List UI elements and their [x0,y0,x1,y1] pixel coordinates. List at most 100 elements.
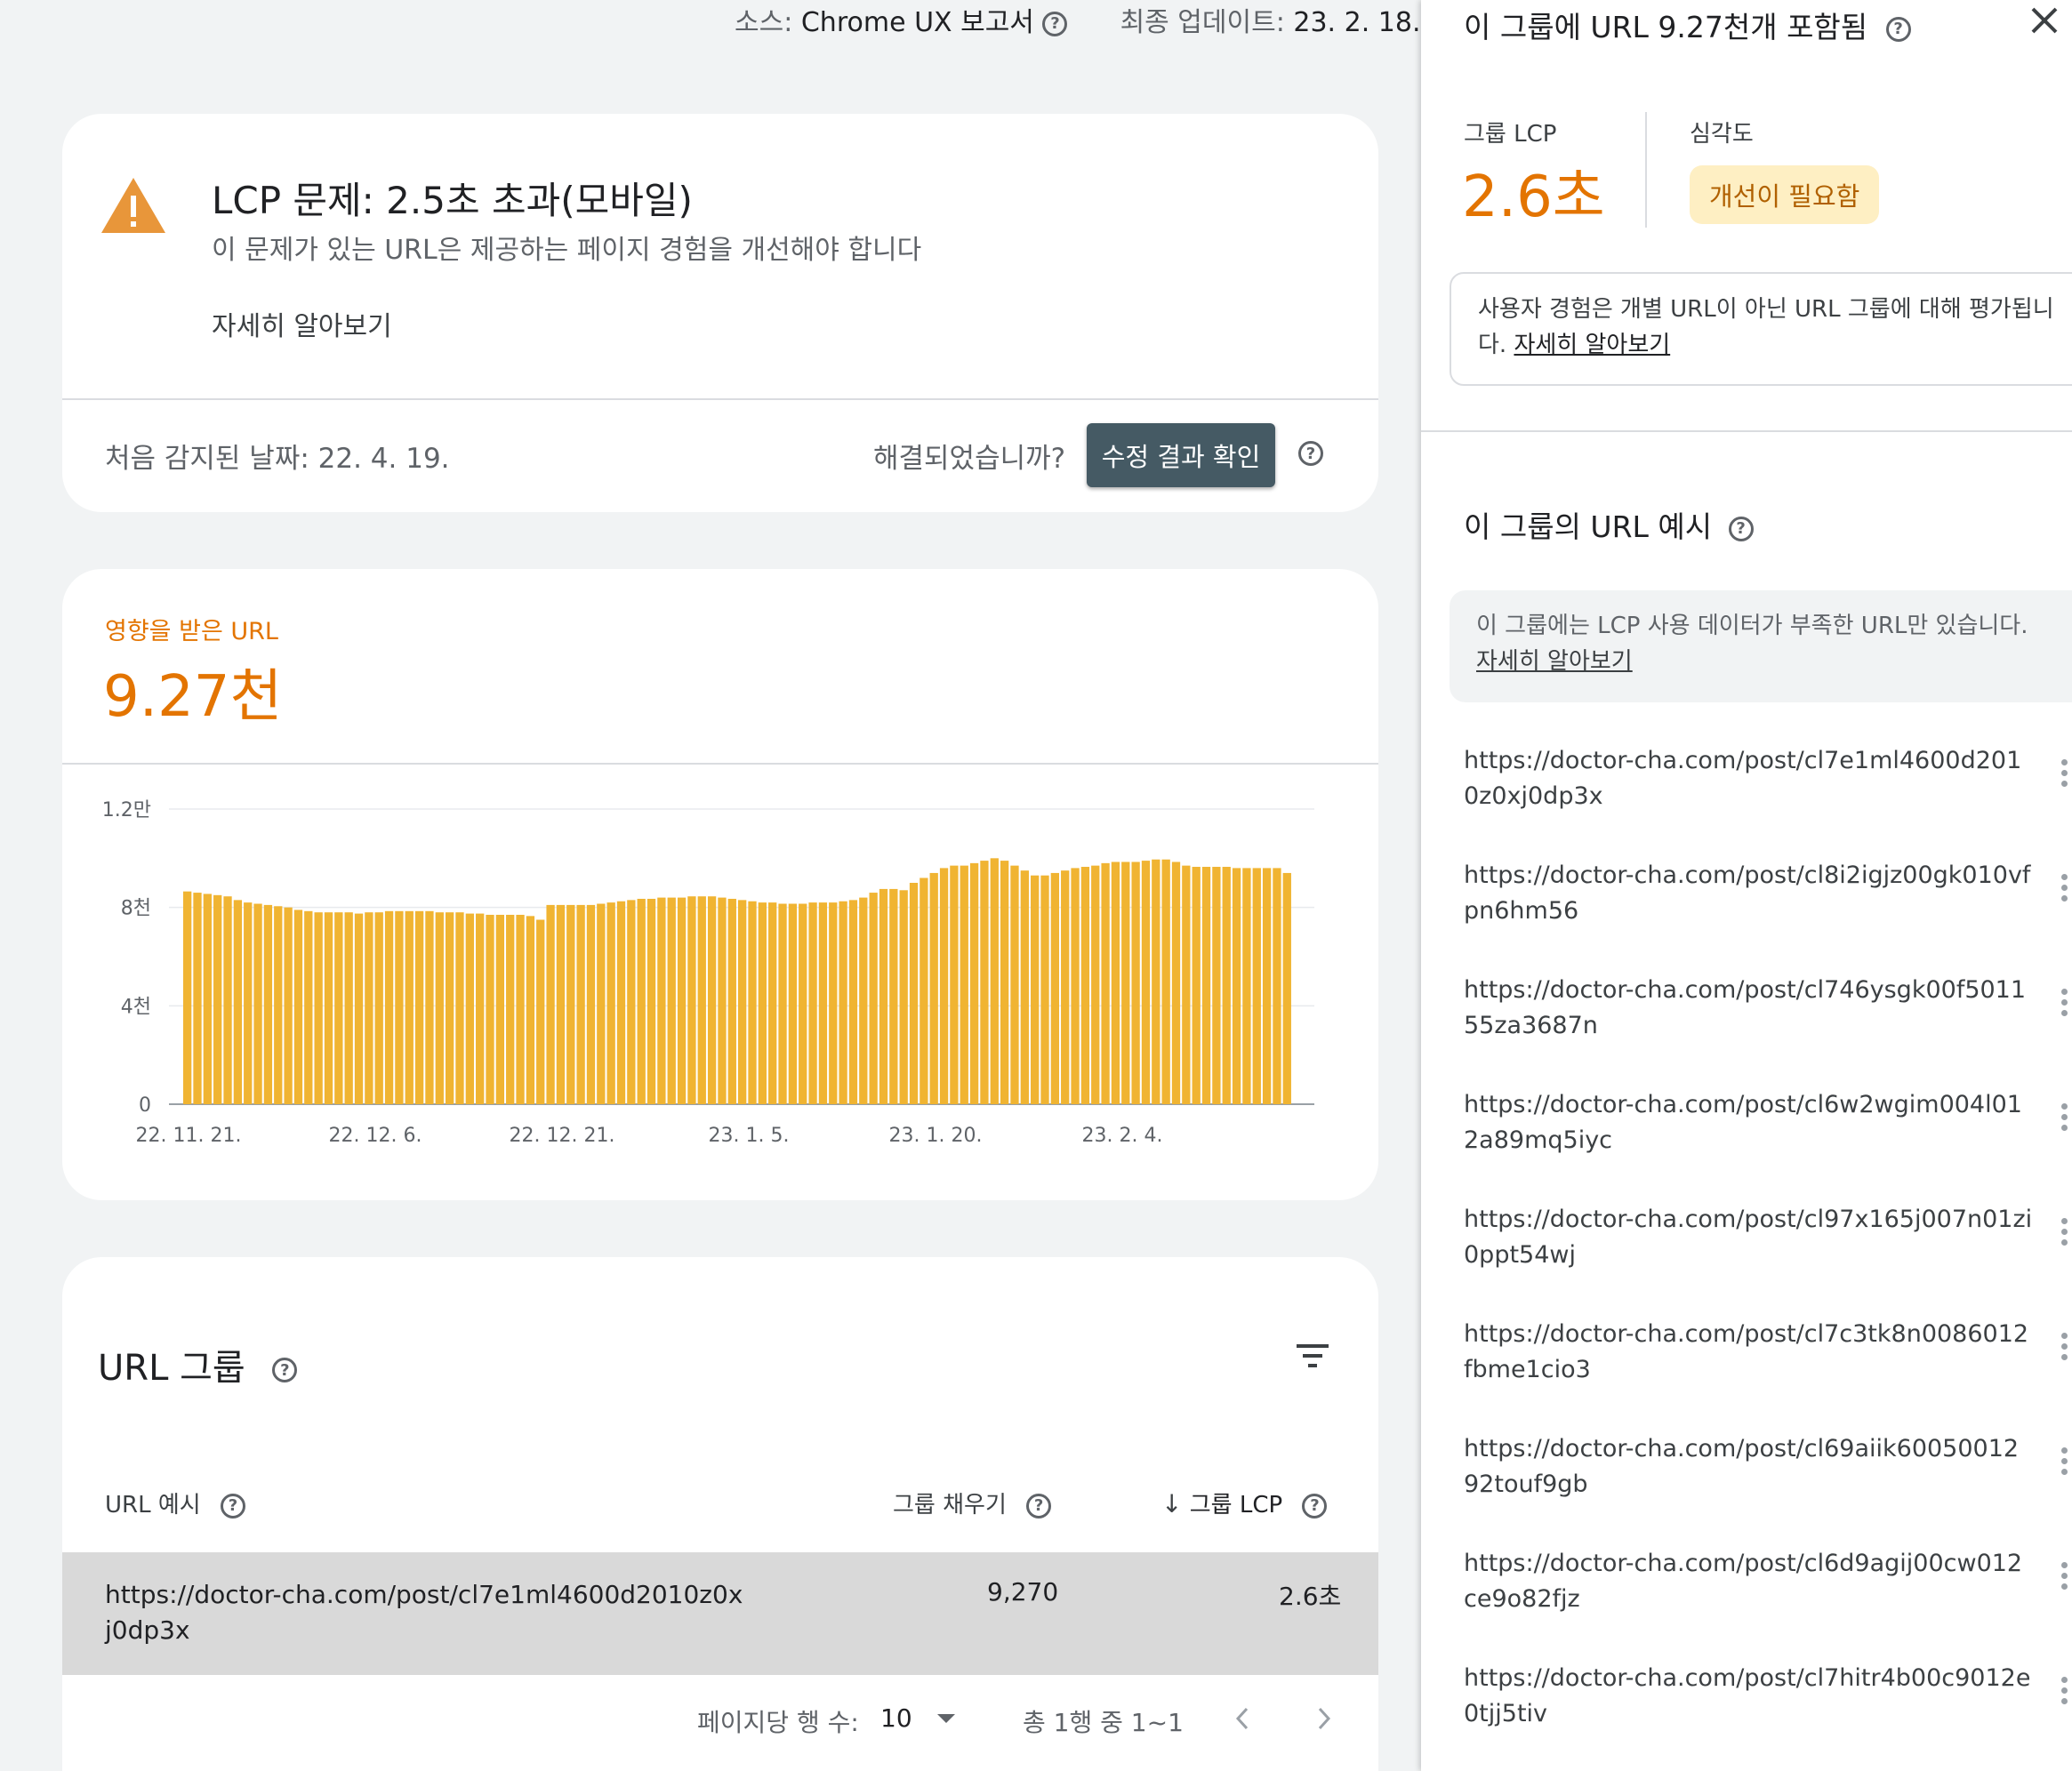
more-options-icon[interactable] [2061,759,2072,791]
url-example-item[interactable]: https://doctor-cha.com/post/cl746ysgk00f… [1464,973,2033,1044]
chart-bar[interactable] [334,912,343,1104]
chart-bar[interactable] [324,912,333,1104]
chart-bar[interactable] [1101,862,1110,1104]
more-options-icon[interactable] [2061,1218,2072,1250]
chart-bar[interactable] [839,901,847,1104]
chart-bar[interactable] [758,902,767,1104]
chart-bar[interactable] [627,900,636,1104]
chart-bar[interactable] [1212,867,1221,1104]
chart-bar[interactable] [1010,865,1019,1104]
validate-fix-button[interactable]: 수정 결과 확인 [1087,423,1275,487]
chart-bar[interactable] [657,897,666,1104]
more-options-icon[interactable] [2061,874,2072,906]
chart-bar[interactable] [920,877,928,1104]
chart-bar[interactable] [556,904,566,1104]
chart-bar[interactable] [465,913,474,1104]
chart-bar[interactable] [960,865,968,1104]
chart-bar[interactable] [687,896,696,1104]
chart-bar[interactable] [455,912,464,1104]
chart-bar[interactable] [899,890,908,1104]
chart-bar[interactable] [980,861,989,1104]
chart-bar[interactable] [1161,859,1170,1104]
chart-bar[interactable] [344,912,353,1104]
chart-bar[interactable] [1111,861,1120,1104]
dropdown-arrow-icon[interactable] [934,1705,959,1730]
chart-bar[interactable] [284,907,293,1104]
chart-bar[interactable] [274,906,283,1104]
chart-bar[interactable] [516,914,525,1104]
chart-bar[interactable] [616,901,626,1104]
chart-bar[interactable] [1121,861,1130,1104]
notice-learn-more-link[interactable]: 자세히 알아보기 [1476,644,2063,679]
chart-bar[interactable] [950,865,959,1104]
chart-bar[interactable] [788,903,798,1104]
chart-bar[interactable] [848,900,858,1104]
help-icon[interactable]: ? [220,1493,245,1519]
chart-bar[interactable] [1252,868,1261,1104]
chart-bar[interactable] [566,904,575,1104]
chart-bar[interactable] [213,894,222,1104]
chart-bar[interactable] [637,898,646,1104]
chart-bar[interactable] [667,897,676,1104]
chart-bar[interactable] [374,912,383,1104]
chart-bar[interactable] [476,913,485,1104]
chart-bar[interactable] [778,903,787,1104]
url-example-item[interactable]: https://doctor-cha.com/post/cl7hitr4b00c… [1464,1661,2033,1732]
chart-bar[interactable] [576,904,585,1104]
chart-bar[interactable] [253,903,262,1104]
help-icon[interactable]: ? [272,1358,298,1382]
chart-bar[interactable] [707,896,717,1104]
url-example-item[interactable]: https://doctor-cha.com/post/cl6d9agij00c… [1464,1546,2033,1617]
chart-bar[interactable] [1141,861,1151,1104]
chart-bar[interactable] [1050,872,1060,1104]
chart-bar[interactable] [829,902,838,1104]
learn-more-link[interactable]: 자세히 알아보기 [212,304,392,343]
filter-icon[interactable] [1295,1342,1330,1369]
chart-bar[interactable] [1171,861,1181,1104]
chart-bar[interactable] [990,858,999,1104]
chart-bar[interactable] [193,893,202,1104]
chart-bar[interactable] [1222,867,1231,1104]
more-options-icon[interactable] [2061,1677,2072,1709]
chart-bar[interactable] [748,901,757,1104]
chart-bar[interactable] [738,900,747,1104]
chart-bar[interactable] [727,898,736,1104]
chart-bar[interactable] [969,862,979,1104]
chart-bar[interactable] [939,868,949,1104]
chart-bar[interactable] [818,902,828,1104]
chart-bar[interactable] [889,888,898,1104]
chart-bar[interactable] [384,910,394,1104]
url-example-item[interactable]: https://doctor-cha.com/post/cl7c3tk8n008… [1464,1317,2033,1388]
close-icon[interactable] [2028,4,2061,37]
chart-bar[interactable] [546,904,555,1104]
chart-bar[interactable] [1242,868,1251,1104]
previous-page-icon[interactable] [1229,1703,1256,1734]
chart-bar[interactable] [526,916,535,1104]
chart-bar[interactable] [1232,868,1241,1104]
more-options-icon[interactable] [2061,1562,2072,1594]
url-example-item[interactable]: https://doctor-cha.com/post/cl6w2wgim004… [1464,1087,2033,1158]
chart-bar[interactable] [1020,870,1029,1104]
chart-bar[interactable] [1031,875,1040,1104]
chart-bar[interactable] [718,897,727,1104]
column-header-fill[interactable]: 그룹 채우기 ? [893,1487,1052,1519]
chart-bar[interactable] [1131,861,1140,1104]
help-icon[interactable]: ? [1302,1493,1328,1519]
chart-bar[interactable] [1192,867,1201,1104]
url-example-item[interactable]: https://doctor-cha.com/post/cl7e1ml4600d… [1464,743,2033,814]
chart-bar[interactable] [1091,865,1100,1104]
help-icon[interactable]: ? [1026,1493,1052,1519]
chart-bar[interactable] [799,903,807,1104]
chart-bar[interactable] [1080,867,1090,1104]
chart-bar[interactable] [405,910,414,1104]
column-header-lcp[interactable]: ↓ 그룹 LCP ? [1161,1487,1328,1519]
url-example-item[interactable]: https://doctor-cha.com/post/cl97x165j007… [1464,1202,2033,1273]
chart-bar[interactable] [677,897,687,1104]
chart-bar[interactable] [1071,868,1080,1104]
chart-bar[interactable] [314,912,323,1104]
chart-bar[interactable] [697,896,706,1104]
chart-bar[interactable] [203,894,212,1104]
chart-bar[interactable] [1000,861,1009,1104]
chart-bar[interactable] [304,910,313,1104]
more-options-icon[interactable] [2061,1333,2072,1365]
